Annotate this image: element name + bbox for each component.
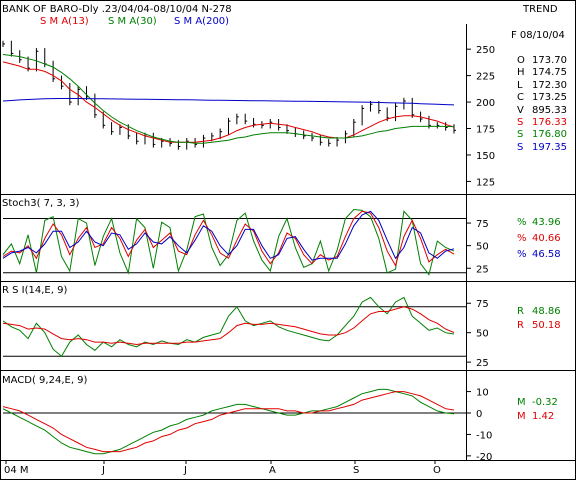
stoch-readout-label: %: [517, 217, 527, 228]
trend-label: TREND: [523, 4, 558, 15]
stoch-title: Stoch3( 7, 3, 3): [2, 198, 80, 209]
x-tick-label: J: [183, 465, 187, 476]
stoch-readout-label: %: [517, 249, 527, 260]
date-label: F 08/10/04: [511, 30, 565, 41]
rsi-readout-value: 48.86: [532, 306, 561, 317]
rsi-y-tick-label: 75: [476, 299, 489, 310]
rsi-title: R S I(14,E, 9): [2, 285, 68, 296]
ohlcv-readout-value: 173.70: [532, 55, 567, 66]
rsi-y-tick-label: 25: [476, 358, 489, 369]
macd-readout-value: 1.42: [532, 411, 555, 422]
x-tick-label: O: [433, 465, 441, 476]
price-y-tick-label: 175: [476, 125, 495, 136]
ohlcv-readout-label: C: [517, 92, 524, 104]
stoch-readout-value: 43.96: [532, 217, 561, 228]
ohlcv-readout-label: S: [517, 129, 524, 141]
x-tick-label: S: [353, 465, 359, 476]
macd-y-tick-label: 0: [476, 409, 482, 420]
chart-title: BANK OF BARO-Dly .23/04/04-08/10/04 N-27…: [2, 4, 232, 15]
x-tick-label: J: [101, 465, 105, 476]
ohlcv-readout-value: 173.25: [532, 92, 567, 104]
chart-canvas: 125 150 175 200 225 250 25 50 75 25 50 75 -20 -10 0 10 0…: [0, 0, 576, 480]
rsi-readout-label: R: [517, 306, 524, 317]
rsi-series-rsi: [2, 296, 455, 357]
stoch-series-k: [2, 208, 455, 276]
price-y-tick-label: 250: [476, 45, 495, 56]
ohlcv-readout-value: 176.80: [532, 129, 567, 141]
ohlcv-readout-value: 197.35: [532, 141, 567, 153]
ohlcv-readout-label: S: [517, 141, 524, 153]
rsi-readout-label: R: [517, 320, 524, 331]
stoch-readout-value: 46.58: [532, 249, 561, 260]
stoch-readout-label: %: [517, 233, 527, 244]
ohlcv-readout-value: 895.33: [532, 104, 567, 116]
x-tick-label: A: [269, 465, 276, 476]
rsi-y-tick-label: 50: [476, 329, 489, 340]
ohlcv-readout-value: 174.75: [532, 67, 567, 79]
macd-y-tick-label: 10: [476, 388, 489, 399]
macd-series-signal: [2, 391, 455, 453]
ohlcv-readout-label: H: [517, 67, 525, 79]
ohlcv-readout-value: 176.33: [532, 117, 567, 128]
ohlcv-readout-label: L: [517, 79, 523, 91]
macd-y-tick-label: -20: [476, 452, 492, 463]
ohlcv-readout-label: O: [517, 55, 525, 66]
macd-title: MACD( 9,24,E, 9): [2, 375, 88, 386]
stoch-y-tick-label: 75: [476, 219, 489, 230]
stoch-y-tick-label: 50: [476, 242, 489, 253]
macd-readout-label: M: [517, 397, 526, 408]
price-y-tick-label: 150: [476, 151, 495, 162]
price-y-tick-label: 200: [476, 98, 495, 109]
macd-readout-value: -0.32: [532, 397, 558, 408]
macd-series-macd: [2, 388, 455, 455]
legend-sma30: S M A(30): [108, 16, 157, 27]
macd-y-tick-label: -10: [476, 430, 492, 441]
price-y-tick-label: 125: [476, 177, 495, 188]
legend-sma200: S M A(200): [174, 16, 230, 27]
stoch-readout-value: 40.66: [532, 233, 561, 244]
ohlcv-readout-label: S: [517, 117, 524, 128]
stoch-y-tick-label: 25: [476, 264, 489, 275]
x-tick-label: 04 M: [4, 465, 29, 476]
ohlcv-readout-label: V: [517, 104, 524, 116]
macd-readout-label: M: [517, 411, 526, 422]
ohlcv-readout-value: 172.30: [532, 79, 567, 91]
rsi-readout-value: 50.18: [532, 320, 561, 331]
legend-sma13: S M A(13): [40, 16, 89, 27]
price-y-tick-label: 225: [476, 72, 495, 83]
